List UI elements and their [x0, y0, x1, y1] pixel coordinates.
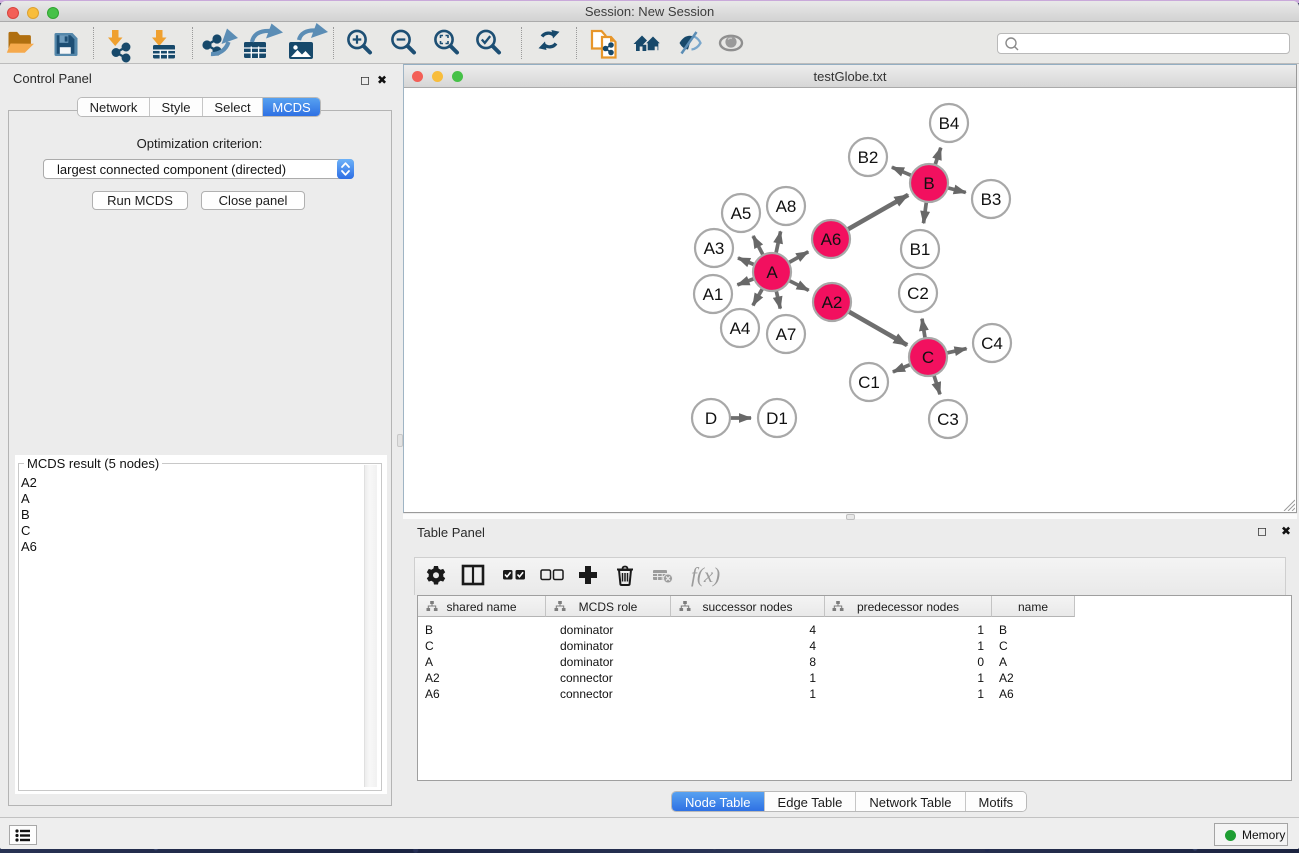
svg-text:C4: C4 — [981, 334, 1003, 353]
svg-text:A7: A7 — [776, 325, 797, 344]
svg-text:D: D — [705, 409, 717, 428]
svg-text:A3: A3 — [704, 239, 725, 258]
svg-text:A1: A1 — [703, 285, 724, 304]
svg-text:A: A — [766, 263, 778, 282]
svg-text:D1: D1 — [766, 409, 788, 428]
svg-text:B4: B4 — [939, 114, 960, 133]
svg-text:B1: B1 — [910, 240, 931, 259]
svg-text:f(x): f(x) — [691, 563, 720, 587]
svg-text:B: B — [923, 174, 934, 193]
svg-text:C: C — [922, 348, 934, 367]
svg-text:C1: C1 — [858, 373, 880, 392]
svg-text:C2: C2 — [907, 284, 929, 303]
svg-text:A6: A6 — [821, 230, 842, 249]
svg-text:B3: B3 — [981, 190, 1002, 209]
svg-text:A4: A4 — [730, 319, 751, 338]
svg-text:B2: B2 — [858, 148, 879, 167]
svg-text:A5: A5 — [731, 204, 752, 223]
svg-text:C3: C3 — [937, 410, 959, 429]
svg-text:A8: A8 — [776, 197, 797, 216]
svg-text:A2: A2 — [822, 293, 843, 312]
